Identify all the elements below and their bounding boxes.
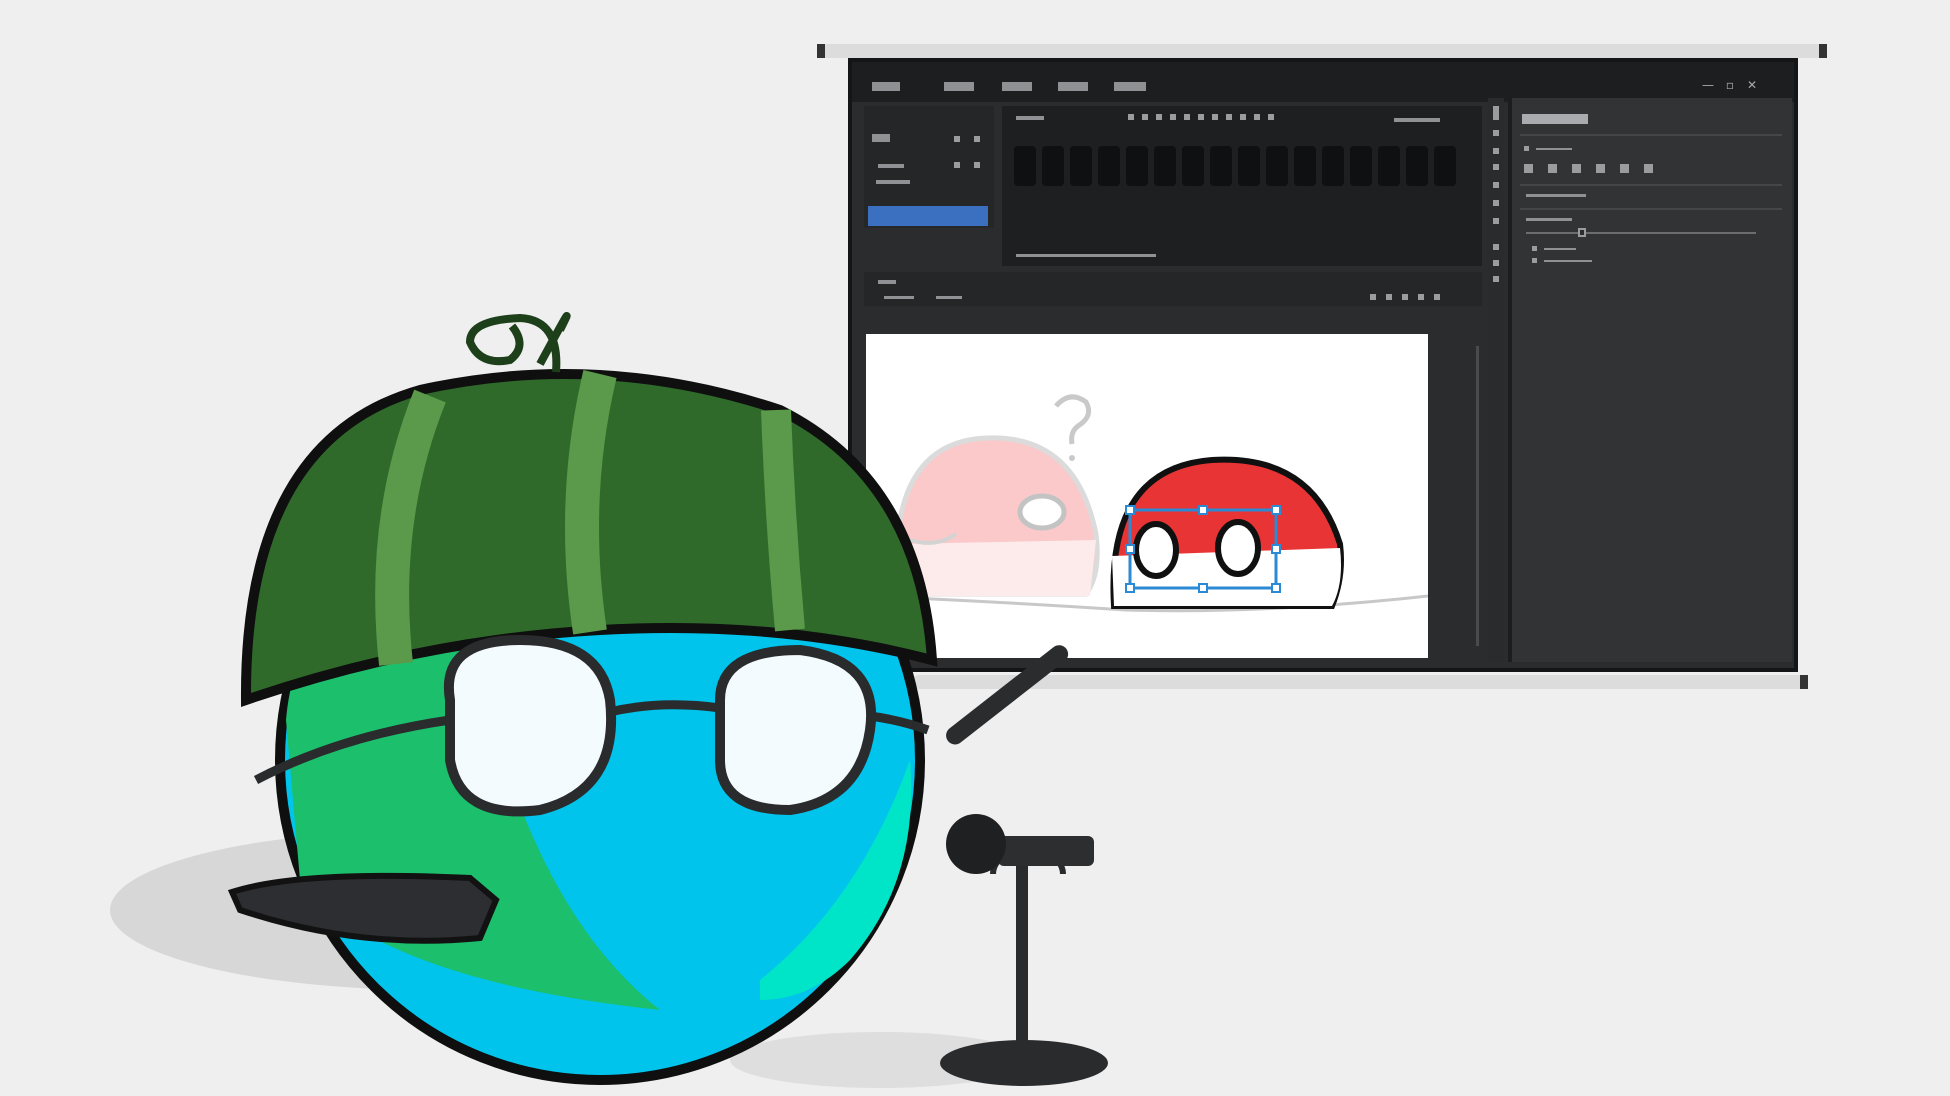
character-layer [227,312,938,1085]
microphone-icon [998,836,1094,866]
microphone-stand [1016,860,1028,1050]
microphone-base [940,1040,1108,1086]
presenter-remote-icon [227,872,500,944]
microphone-head [946,814,1006,874]
